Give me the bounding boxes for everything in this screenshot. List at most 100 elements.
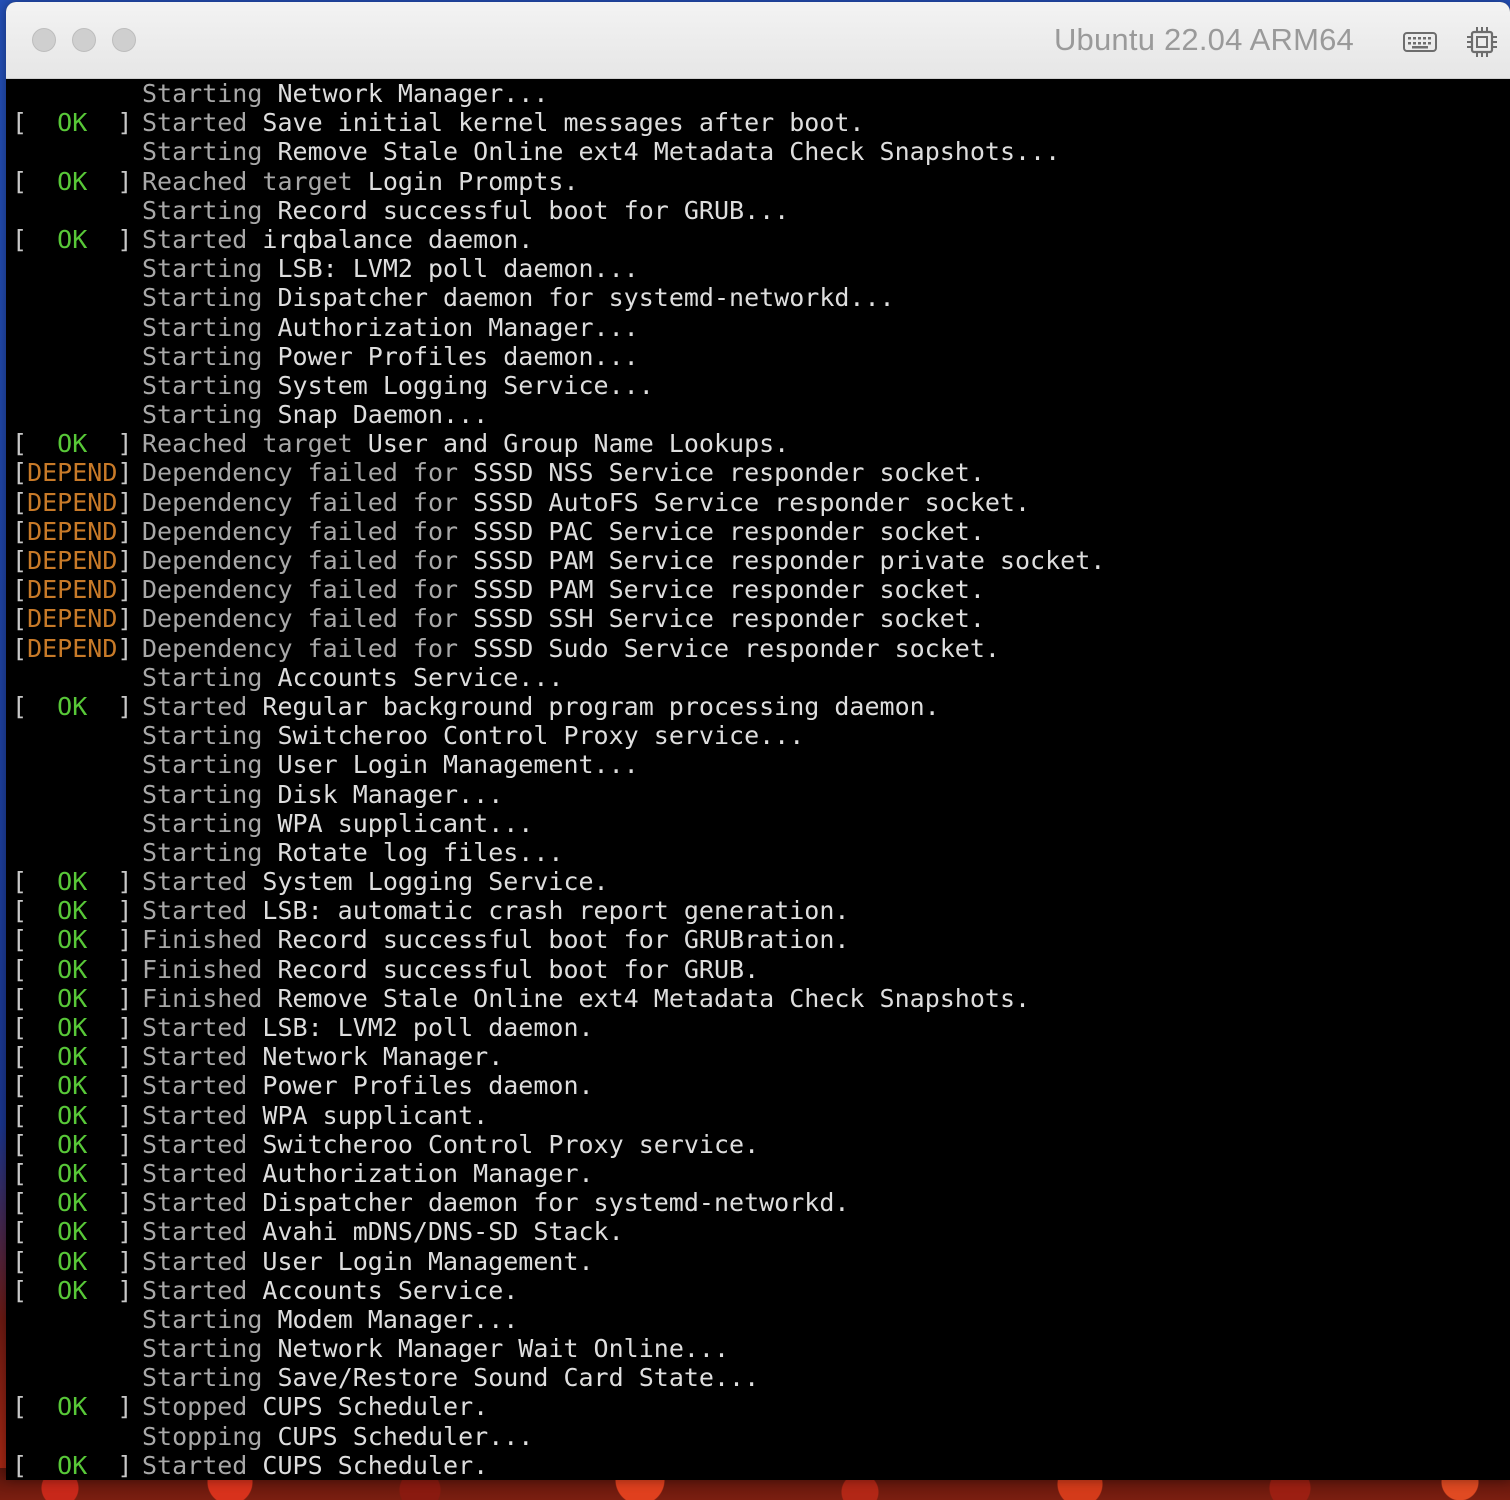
status-bracket-open: [ <box>12 1071 58 1101</box>
console-message: Started Authorization Manager. <box>142 1159 594 1188</box>
console-message: Dependency failed for SSSD AutoFS Servic… <box>142 488 1030 517</box>
console-message: Starting Remove Stale Online ext4 Metada… <box>142 137 1060 166</box>
console-text: Network Manager Wait Online... <box>277 1334 730 1364</box>
status-bracket-open: [ <box>12 1217 58 1247</box>
console-verb: Starting <box>142 1363 263 1393</box>
console-message: Stopping CUPS Scheduler... <box>142 1422 533 1451</box>
status-depend-badge: [DEPEND] <box>12 516 133 546</box>
console-verb: Starting <box>142 837 263 867</box>
minimize-button[interactable] <box>72 28 96 52</box>
console-verb: Started <box>142 1275 248 1305</box>
console-verb: Starting <box>142 79 263 108</box>
status-ok-badge: [ OK ] <box>12 955 132 984</box>
console-message: Starting Network Manager... <box>142 79 548 108</box>
console-text: Record successful boot for GRUB... <box>277 195 790 225</box>
status-ok-badge: [ OK ] <box>12 896 133 926</box>
console-message: Started LSB: automatic crash report gene… <box>142 896 849 925</box>
status-ok-badge: [ OK ] <box>12 983 132 1013</box>
console-message: Starting LSB: LVM2 poll daemon... <box>142 254 639 283</box>
console-text: SSSD NSS Service responder socket. <box>473 458 985 488</box>
console-message: Starting WPA supplicant... <box>142 809 533 838</box>
zoom-button[interactable] <box>112 28 136 52</box>
close-button[interactable] <box>32 28 56 52</box>
console-text: Disk Manager... <box>277 779 504 809</box>
console-verb: Started <box>142 1042 248 1072</box>
console-message: Started Accounts Service. <box>142 1276 518 1305</box>
status-ok-badge: [ OK ] <box>12 1217 133 1247</box>
console-text: SSSD AutoFS Service responder socket. <box>473 487 1031 517</box>
status-word: DEPEND <box>27 458 118 488</box>
console-text: Power Profiles daemon... <box>277 341 639 371</box>
console-line: Starting Snap Daemon... <box>6 400 1510 429</box>
status-depend-badge: [DEPEND] <box>12 546 133 575</box>
cpu-chip-icon[interactable] <box>1464 24 1500 60</box>
status-bracket-close: ] <box>117 575 133 605</box>
console-line: Starting Save/Restore Sound Card State..… <box>6 1363 1510 1392</box>
console-message: Started CUPS Scheduler. <box>142 1451 488 1480</box>
console-message: Starting Save/Restore Sound Card State..… <box>142 1363 759 1392</box>
console-line: [ OK ] Finished Record successful boot fo… <box>6 925 1510 954</box>
console-message: Starting Record successful boot for GRUB… <box>142 196 789 225</box>
title-bar[interactable]: Ubuntu 22.04 ARM64 <box>6 2 1510 79</box>
boot-console[interactable]: Starting Network Manager... [ OK ] Started… <box>6 79 1510 1480</box>
console-message: Started Switcheroo Control Proxy service… <box>142 1130 759 1159</box>
console-line: [ OK ] Started irqbalance daemon. <box>6 225 1510 254</box>
status-word: OK <box>57 1071 88 1101</box>
console-verb: Starting <box>142 370 263 400</box>
console-line: [ OK ] Reached target Login Prompts. <box>6 167 1510 196</box>
console-line: Starting User Login Management... <box>6 750 1510 779</box>
console-verb: Started <box>142 108 248 138</box>
console-line: Starting Power Profiles daemon... <box>6 342 1510 371</box>
status-bracket-open: [ <box>12 983 58 1013</box>
console-line: [ OK ] Started Power Profiles daemon. <box>6 1071 1510 1100</box>
status-bracket-open: [ <box>12 166 58 196</box>
console-line: Starting Remove Stale Online ext4 Metada… <box>6 137 1510 166</box>
console-verb: Started <box>142 1450 248 1480</box>
status-bracket-open: [ <box>12 516 28 546</box>
console-message: Started Save initial kernel messages aft… <box>142 108 864 137</box>
console-line: Starting Modem Manager... <box>6 1305 1510 1334</box>
status-depend-badge: [DEPEND] <box>12 575 133 605</box>
console-verb: Started <box>142 1100 248 1130</box>
console-line: [ OK ] Started Authorization Manager. <box>6 1159 1510 1188</box>
console-message: Started Network Manager. <box>142 1042 503 1071</box>
console-line: [ OK ] Started Network Manager. <box>6 1042 1510 1071</box>
console-verb: Starting <box>142 779 263 809</box>
console-text: System Logging Service... <box>277 370 654 400</box>
console-message: Starting Disk Manager... <box>142 780 503 809</box>
console-text: Dispatcher daemon for systemd-networkd. <box>262 1188 850 1218</box>
console-text: CUPS Scheduler. <box>262 1392 489 1422</box>
console-text: Network Manager. <box>262 1042 504 1072</box>
console-line: Starting Authorization Manager... <box>6 313 1510 342</box>
status-bracket-close: ] <box>87 1217 133 1247</box>
console-verb: Started <box>142 896 248 926</box>
status-bracket-close: ] <box>117 516 133 546</box>
status-bracket-open: [ <box>12 896 58 926</box>
status-bracket-close: ] <box>87 1275 133 1305</box>
console-verb: Finished <box>142 925 263 955</box>
status-bracket-open: [ <box>12 1450 58 1480</box>
console-verb: Starting <box>142 254 263 284</box>
console-line: [ OK ] Started User Login Management. <box>6 1247 1510 1276</box>
status-bracket-close: ] <box>117 633 133 663</box>
status-word: OK <box>57 691 88 721</box>
console-verb: Starting <box>142 1304 263 1334</box>
status-bracket-close: ] <box>87 896 133 926</box>
console-message: Dependency failed for SSSD PAM Service r… <box>142 546 1105 575</box>
console-line: [ OK ] Started Switcheroo Control Proxy s… <box>6 1130 1510 1159</box>
status-bracket-close: ] <box>117 546 133 575</box>
console-line: Starting Record successful boot for GRUB… <box>6 196 1510 225</box>
status-bracket-close: ] <box>87 1188 133 1218</box>
console-verb: Starting <box>142 808 263 838</box>
console-text: User Login Management. <box>262 1246 594 1276</box>
console-verb: Starting <box>142 750 263 780</box>
console-text: SSSD PAC Service responder socket. <box>473 516 985 546</box>
console-line: [ OK ] Started Accounts Service. <box>6 1276 1510 1305</box>
keyboard-icon[interactable] <box>1402 24 1438 60</box>
console-text: CUPS Scheduler. <box>262 1450 489 1480</box>
console-text: Accounts Service... <box>277 662 564 692</box>
console-message: Starting Rotate log files... <box>142 838 563 867</box>
console-line: [ OK ] Reached target User and Group Name… <box>6 429 1510 458</box>
console-verb: Dependency failed for <box>142 604 459 634</box>
console-line: [ OK ] Started Dispatcher daemon for syst… <box>6 1188 1510 1217</box>
